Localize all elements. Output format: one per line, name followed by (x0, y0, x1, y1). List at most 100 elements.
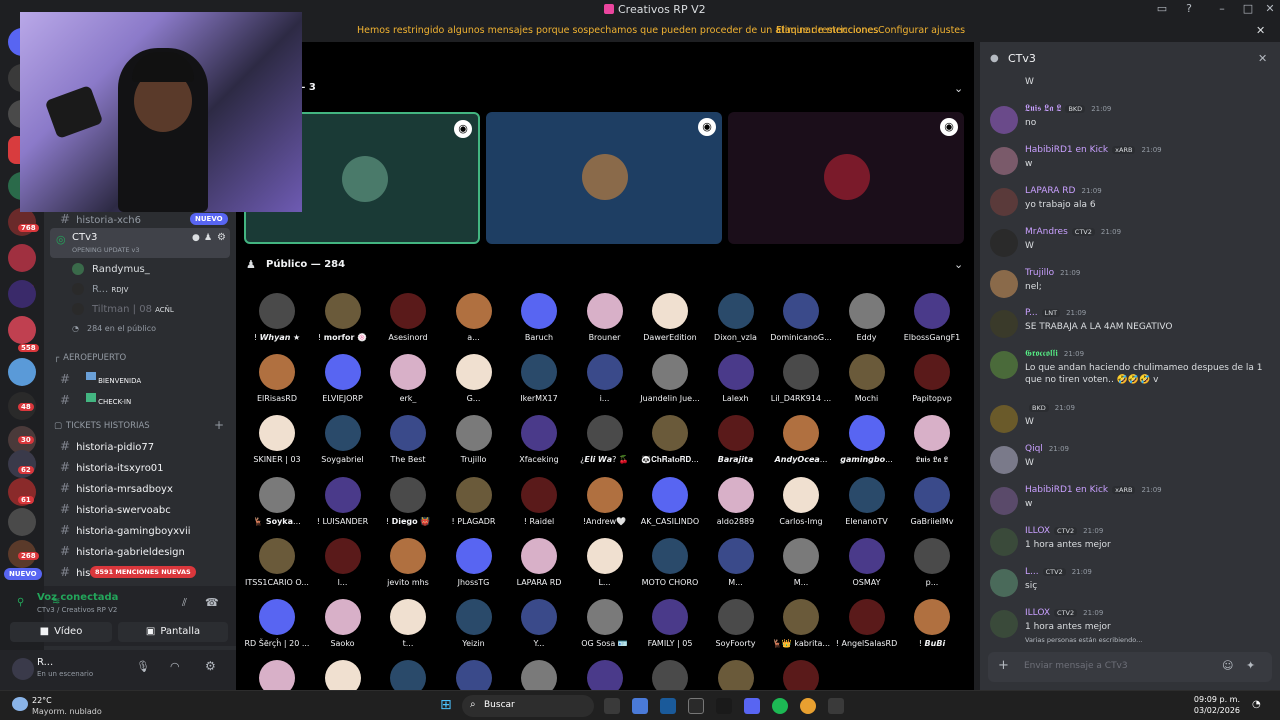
audience-member[interactable]: Lil_D4RK914 ... (768, 354, 834, 403)
weather-desc[interactable]: Mayorm. nublado (32, 707, 102, 716)
avatar[interactable] (12, 658, 34, 680)
audience-member[interactable]: ElbossGangF1 (899, 293, 965, 342)
add-channel-icon[interactable]: + (214, 418, 224, 432)
clock-time[interactable]: 09:09 p. m. (1180, 695, 1240, 704)
message-author[interactable]: HabibiRD1 en Kick xARB 21:09 (1025, 485, 1162, 495)
audience-member[interactable]: ELVIEJORP (310, 354, 376, 403)
audience-member[interactable]: ! 𝗺𝗼𝗿𝗳𝗼𝗿 🍥 (310, 293, 376, 342)
audience-member[interactable]: ¿𝙀𝙡𝙞 𝙒𝙖? 🍒 (572, 415, 638, 464)
taskbar-search[interactable]: ⌕ Buscar (462, 695, 594, 717)
audience-member[interactable]: Yeizin (441, 599, 507, 648)
audience-member[interactable]: Trujillo (441, 415, 507, 464)
audience-member[interactable]: 𝘽𝙖𝙧𝙖𝙟𝙞𝙩𝙖 (703, 415, 769, 464)
audience-member[interactable]: Saoko (310, 599, 376, 648)
audience-member[interactable]: AK_CASILINDO (637, 476, 703, 526)
minimize-button[interactable]: – (1214, 2, 1230, 15)
category-tickets[interactable]: ▢ TICKETS HISTORIAS (54, 421, 150, 431)
message-author[interactable]: MrAndres CTV2 21:09 (1025, 227, 1121, 237)
message-author[interactable]: L... CTV2 21:09 (1025, 567, 1092, 577)
message-author[interactable]: BKD 21:09 (1025, 403, 1075, 413)
avatar[interactable] (990, 610, 1018, 638)
audience-member[interactable]: ! PLAGADR (441, 476, 507, 526)
task-view-icon[interactable] (604, 698, 620, 714)
audience-member[interactable]: Eddy (834, 293, 900, 342)
audience-member[interactable]: !Andrew🤍 (572, 476, 638, 526)
new-servers-pill[interactable]: NUEVO (4, 568, 42, 580)
avatar[interactable] (990, 147, 1018, 175)
terminal-icon[interactable] (688, 698, 704, 714)
server-icon[interactable] (8, 508, 36, 536)
message-author[interactable]: HabibiRD1 en Kick xARB 21:09 (1025, 145, 1162, 155)
audience-member[interactable]: DominicanoG... (768, 293, 834, 342)
audience-member[interactable]: ! AngelSalasRD (834, 599, 900, 648)
audience-member[interactable]: ! 𝘽𝙪𝘽𝙞 (899, 599, 965, 648)
audience-member[interactable]: M... (768, 537, 834, 587)
audience-member[interactable]: 🦌👑 kabrita... (768, 599, 834, 648)
avatar[interactable] (990, 270, 1018, 298)
maximize-button[interactable]: □ (1240, 2, 1256, 15)
configure-settings-link[interactable]: Configurar ajustes (878, 25, 965, 36)
audience-member[interactable]: SoyFoorty (703, 599, 769, 648)
close-window-button[interactable]: ✕ (1262, 2, 1278, 15)
windows-start-icon[interactable]: ⊞ (440, 697, 452, 713)
chrome-icon[interactable] (800, 698, 816, 714)
message-author[interactable]: ILLOX CTV2 21:09 (1025, 526, 1103, 536)
notice-close-icon[interactable]: ✕ (1256, 24, 1265, 37)
inbox-icon[interactable]: ▭ (1154, 2, 1170, 15)
emoji-icon[interactable]: ☺ (1222, 659, 1233, 672)
message-author[interactable]: Qiql 21:09 (1025, 444, 1069, 454)
channel-historia-swervoabc[interactable]: # historia-swervoabc (60, 502, 171, 516)
audience-member[interactable]: DawerEdition (637, 293, 703, 342)
audience-member[interactable]: l... (310, 537, 376, 587)
audience-member[interactable]: G... (441, 354, 507, 403)
audience-member[interactable]: t... (375, 599, 441, 648)
audience-member[interactable]: GaBriielMv (899, 476, 965, 526)
avatar[interactable] (990, 310, 1018, 338)
app-icon[interactable] (716, 698, 732, 714)
audience-member[interactable]: IkerMX17 (506, 354, 572, 403)
audience-member[interactable]: aldo2889 (703, 476, 769, 526)
channel-check-in[interactable]: # CHECK-IN (60, 393, 131, 407)
chat-icon[interactable]: ● (192, 233, 200, 243)
audience-member[interactable]: Dixon_vzla (703, 293, 769, 342)
server-icon[interactable] (8, 280, 36, 308)
audience-member[interactable]: JhossTG (441, 537, 507, 587)
discord-icon[interactable] (744, 698, 760, 714)
audience-member[interactable]: LAPARA RD (506, 537, 572, 587)
help-icon[interactable]: ? (1181, 2, 1197, 15)
copilot-icon[interactable] (632, 698, 648, 714)
weather-temp[interactable]: 22°C (32, 696, 52, 705)
audience-member[interactable]: ElenanoTV (834, 476, 900, 526)
close-chat-icon[interactable]: ✕ (1258, 52, 1267, 65)
audience-member[interactable]: ! 𝗗𝗶𝗲𝗴𝗼 👹 (375, 476, 441, 526)
audience-member[interactable]: Carlos-Img (768, 476, 834, 526)
audience-member[interactable]: FAMILY | 05 (637, 599, 703, 648)
speaker-tile[interactable]: ◉ (486, 112, 722, 244)
audience-member[interactable]: i... (572, 354, 638, 403)
message-author[interactable]: 𝕷𝖚𝖎𝖘 𝕷𝖆 𝕷 BKD 21:09 (1025, 104, 1111, 114)
user-settings-icon[interactable]: ⚙ (205, 659, 216, 673)
speaker-tile[interactable]: ◉ (728, 112, 964, 244)
voice-user[interactable]: Tiltman | 08 ACÑL (72, 303, 174, 315)
channel-historia-gabrieldesign[interactable]: # historia-gabrieldesign (60, 544, 185, 558)
audience-member[interactable]: SKINER | 03 (244, 415, 310, 464)
noise-suppression-icon[interactable]: ⫽ (182, 596, 187, 610)
collapse-audience-icon[interactable]: ⌄ (954, 258, 963, 271)
audience-member[interactable]: ElRisasRD (244, 354, 310, 403)
audience-member[interactable]: Lalexh (703, 354, 769, 403)
headphones-icon[interactable]: ◠ (170, 660, 180, 673)
audience-member[interactable]: M... (703, 537, 769, 587)
audience-member[interactable]: 𝘼𝙣𝙙𝙮𝙊𝙘𝙚𝙖... (768, 415, 834, 464)
channel-historia-xch6[interactable]: # historia-xch6 (60, 212, 141, 226)
audience-member[interactable]: 🦌 𝗦𝗼𝘆𝗸𝗮... (244, 476, 310, 526)
avatar[interactable] (990, 487, 1018, 515)
audience-member[interactable]: OSMAY (834, 537, 900, 587)
audience-count[interactable]: ◔ 284 en el público (72, 324, 156, 333)
microphone-icon[interactable]: 🎙 (136, 660, 150, 673)
settings-gear-icon[interactable]: ⚙ (217, 232, 226, 243)
audience-member[interactable]: Xfaceking (506, 415, 572, 464)
channel-historia-pidio77[interactable]: # historia-pidio77 (60, 439, 154, 453)
audience-member[interactable]: Mochi (834, 354, 900, 403)
remove-restrictions-link[interactable]: Eliminar restricciones (776, 25, 878, 36)
screen-share-button[interactable]: ▣ Pantalla (118, 622, 228, 642)
